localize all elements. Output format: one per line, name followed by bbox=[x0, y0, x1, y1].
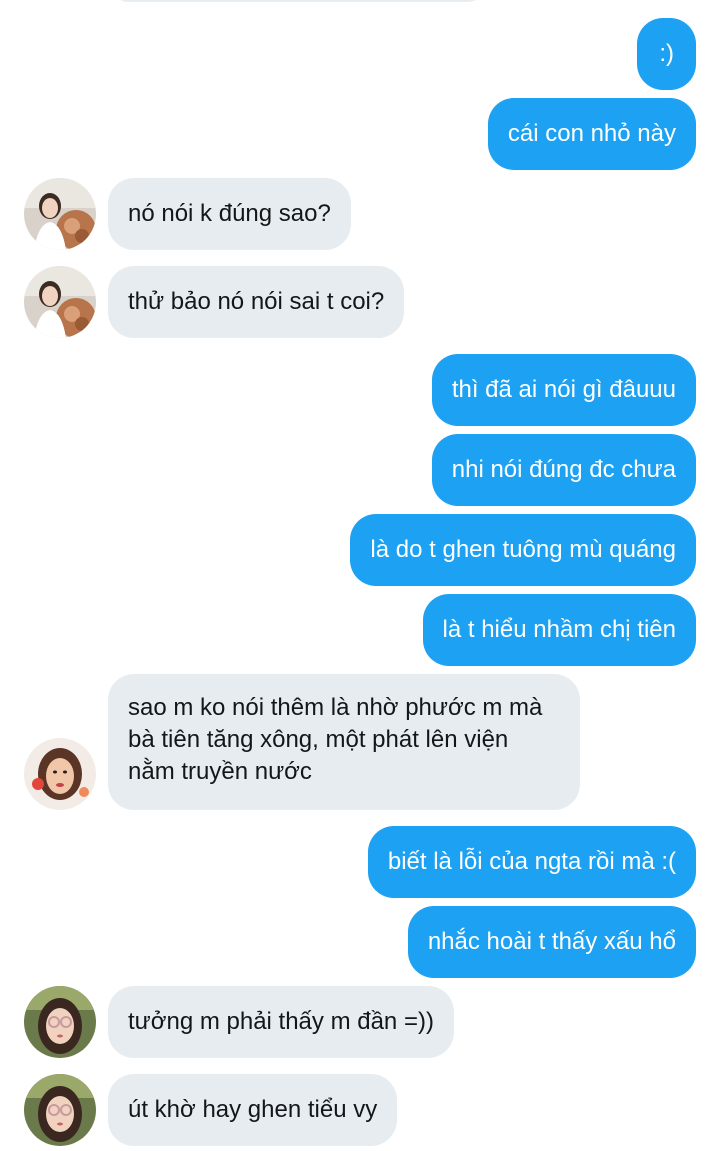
message-text: sao m ko nói thêm là nhờ phước m mà bà t… bbox=[128, 694, 543, 785]
message-text: là do t ghen tuông mù quáng bbox=[370, 536, 676, 563]
avatar-photo bbox=[24, 986, 96, 1058]
user-avatar[interactable] bbox=[24, 986, 96, 1058]
outgoing-message-bubble[interactable]: biết là lỗi của ngta rồi mà :( bbox=[367, 826, 696, 898]
message-text: biết là lỗi của ngta rồi mà :( bbox=[387, 848, 676, 875]
outgoing-message-bubble[interactable]: nhi nói đúng đc chưa bbox=[431, 434, 696, 506]
message-text: nó nói k đúng sao? bbox=[128, 200, 331, 227]
avatar-photo bbox=[24, 1074, 96, 1146]
outgoing-message-bubble[interactable]: :) bbox=[637, 18, 696, 90]
message-thread[interactable]: :) cái con nhỏ này nó nói k đúng sao? th… bbox=[0, 0, 719, 1151]
message-text: cái con nhỏ này bbox=[507, 120, 676, 147]
incoming-message-bubble[interactable]: út khờ hay ghen tiểu vy bbox=[108, 1074, 398, 1146]
message-text: :) bbox=[659, 40, 674, 67]
incoming-message-bubble[interactable]: thử bảo nó nói sai t coi? bbox=[108, 266, 405, 338]
user-avatar[interactable] bbox=[24, 738, 96, 810]
incoming-message-bubble[interactable]: nó nói k đúng sao? bbox=[108, 178, 351, 250]
user-avatar[interactable] bbox=[24, 266, 96, 338]
message-text: nhi nói đúng đc chưa bbox=[451, 456, 676, 483]
message-bubble-clipped bbox=[108, 0, 488, 2]
outgoing-message-bubble[interactable]: thì đã ai nói gì đâuuu bbox=[431, 354, 696, 426]
message-text: thì đã ai nói gì đâuuu bbox=[451, 376, 676, 403]
avatar-photo bbox=[24, 266, 96, 338]
message-text: út khờ hay ghen tiểu vy bbox=[128, 1096, 378, 1123]
avatar-photo bbox=[24, 178, 96, 250]
message-text: thử bảo nó nói sai t coi? bbox=[128, 288, 385, 315]
user-avatar[interactable] bbox=[24, 1074, 96, 1146]
outgoing-message-bubble[interactable]: cái con nhỏ này bbox=[487, 98, 696, 170]
avatar-photo bbox=[24, 738, 96, 810]
message-text: là t hiểu nhầm chị tiên bbox=[442, 616, 676, 643]
outgoing-message-bubble[interactable]: là do t ghen tuông mù quáng bbox=[350, 514, 696, 586]
incoming-message-bubble[interactable]: tưởng m phải thấy m đần =)) bbox=[108, 986, 454, 1058]
incoming-message-bubble[interactable]: sao m ko nói thêm là nhờ phước m mà bà t… bbox=[108, 674, 580, 810]
message-text: tưởng m phải thấy m đần =)) bbox=[128, 1008, 434, 1035]
outgoing-message-bubble[interactable]: nhắc hoài t thấy xấu hổ bbox=[407, 906, 696, 978]
message-text: nhắc hoài t thấy xấu hổ bbox=[427, 928, 676, 955]
user-avatar[interactable] bbox=[24, 178, 96, 250]
outgoing-message-bubble[interactable]: là t hiểu nhầm chị tiên bbox=[422, 594, 696, 666]
